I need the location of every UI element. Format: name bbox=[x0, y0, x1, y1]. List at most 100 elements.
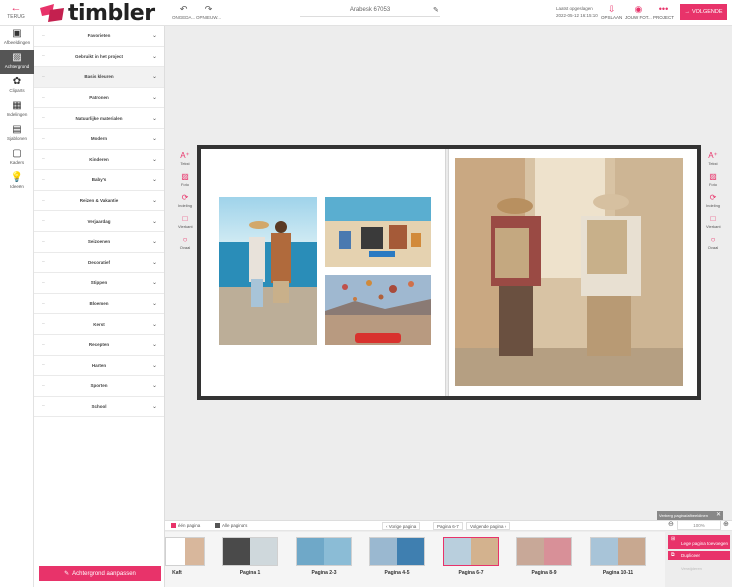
close-icon[interactable]: ✕ bbox=[716, 511, 721, 518]
thumb-page-2-3[interactable] bbox=[296, 537, 352, 566]
category-label: Modern bbox=[90, 136, 108, 142]
rail-item-cliparts[interactable]: ✿ Cliparts bbox=[0, 74, 34, 98]
category-row[interactable]: – Gebruikt in het project ⌄ bbox=[34, 47, 164, 68]
zoom-in-icon[interactable]: ⊕ bbox=[723, 520, 729, 528]
category-row[interactable]: – Reizen & Vakantie ⌄ bbox=[34, 191, 164, 212]
text-icon: A⁺ bbox=[180, 151, 190, 160]
category-row[interactable]: – Decoratief ⌄ bbox=[34, 253, 164, 274]
chevron-down-icon: ⌄ bbox=[151, 136, 157, 143]
thumb-page-10-11[interactable] bbox=[590, 537, 646, 566]
pencil-icon: ✎ bbox=[64, 571, 70, 577]
dash-icon: – bbox=[42, 94, 45, 101]
back-button[interactable]: ← TERUG bbox=[4, 2, 28, 20]
category-label: Kinderen bbox=[89, 156, 109, 162]
project-menu-button[interactable]: ••• PROJECT bbox=[653, 3, 674, 20]
save-button[interactable]: ⇩ OPSLAAN bbox=[601, 3, 622, 20]
thumb-page-8-9[interactable] bbox=[516, 537, 572, 566]
category-row[interactable]: – Kerst ⌄ bbox=[34, 314, 164, 335]
next-button[interactable]: → VOLGENDE bbox=[680, 4, 727, 20]
zoom-level[interactable]: 100% bbox=[677, 520, 721, 530]
add-text-tool[interactable]: A⁺ Tekst bbox=[178, 151, 192, 172]
chevron-down-icon: ⌄ bbox=[151, 53, 157, 60]
layout-cycle-icon: ⟳ bbox=[181, 193, 189, 202]
pencil-icon[interactable]: ✎ bbox=[433, 6, 439, 14]
image-icon: ▣ bbox=[12, 28, 22, 39]
one-page-view-button[interactable]: één pagina bbox=[171, 523, 200, 528]
thumb-cover[interactable] bbox=[165, 537, 205, 566]
page-navigation-bar: één pagina Alle pagina's ‹ Vorige pagina… bbox=[165, 520, 732, 531]
rail-item-layouts[interactable]: ▦ Indelingen bbox=[0, 98, 34, 122]
rail-item-background[interactable]: ▨ Achtergrond bbox=[0, 50, 34, 74]
rail-item-templates[interactable]: ▤ Sjablonen bbox=[0, 122, 34, 146]
thumb-page-6-7[interactable] bbox=[443, 537, 499, 566]
category-row[interactable]: – Stippen ⌄ bbox=[34, 273, 164, 294]
project-name-field[interactable]: Arabesk 67053 bbox=[300, 7, 440, 13]
frame-icon: ▢ bbox=[12, 148, 22, 159]
dash-icon: – bbox=[42, 259, 45, 266]
zoom-out-icon[interactable]: ⊖ bbox=[668, 520, 674, 528]
more-icon: ••• bbox=[658, 4, 669, 14]
photo-backpackers-street[interactable] bbox=[455, 158, 683, 386]
square-tool[interactable]: □ Vierkant bbox=[706, 214, 721, 235]
page-left[interactable] bbox=[201, 149, 445, 396]
logo: timbler bbox=[40, 1, 155, 26]
oval-tool[interactable]: ○ Ovaal bbox=[706, 235, 720, 256]
delete-page-button[interactable]: Verwijderen bbox=[668, 564, 730, 573]
chevron-down-icon: ⌄ bbox=[151, 403, 157, 410]
dash-icon: – bbox=[42, 403, 45, 410]
add-text-tool[interactable]: A⁺ Tekst bbox=[706, 151, 720, 172]
page-right[interactable] bbox=[449, 149, 697, 396]
preview-button[interactable]: ◉ JOUW FOT... bbox=[625, 3, 652, 20]
category-row[interactable]: – Harten ⌄ bbox=[34, 356, 164, 377]
duplicate-button[interactable]: ⧉ Dupliceer bbox=[668, 551, 730, 560]
photo-balloons-image bbox=[325, 275, 431, 345]
category-row[interactable]: – Patronen ⌄ bbox=[34, 88, 164, 109]
category-row[interactable]: – Modern ⌄ bbox=[34, 129, 164, 150]
category-row[interactable]: – Seizoenen ⌄ bbox=[34, 232, 164, 253]
thumb-page-4-5[interactable] bbox=[369, 537, 425, 566]
chevron-down-icon: ⌄ bbox=[151, 342, 157, 349]
all-pages-view-button[interactable]: Alle pagina's bbox=[215, 523, 247, 528]
tooltip: Verberg pagina/afbeeldinen bbox=[657, 511, 723, 520]
category-row[interactable]: – Verjaardag ⌄ bbox=[34, 211, 164, 232]
rail-item-frames[interactable]: ▢ Kaders bbox=[0, 146, 34, 170]
category-row[interactable]: – Recepten ⌄ bbox=[34, 335, 164, 356]
category-row[interactable]: – School ⌄ bbox=[34, 397, 164, 418]
add-photo-tool[interactable]: ▨ Foto bbox=[706, 172, 720, 193]
category-row[interactable]: – Natuurlijke materialen ⌄ bbox=[34, 108, 164, 129]
category-row[interactable]: – Basis kleuren ⌄ bbox=[34, 67, 164, 88]
logo-mark-icon bbox=[40, 4, 64, 22]
rail-item-images[interactable]: ▣ Afbeeldingen bbox=[0, 26, 34, 50]
photo-couple-beach[interactable] bbox=[219, 197, 317, 345]
dash-icon: – bbox=[42, 73, 45, 80]
add-photo-tool[interactable]: ▨ Foto bbox=[178, 172, 192, 193]
chevron-down-icon: ⌄ bbox=[151, 280, 157, 287]
category-row[interactable]: – Kinderen ⌄ bbox=[34, 150, 164, 171]
chevron-down-icon: ⌄ bbox=[151, 259, 157, 266]
undo-button[interactable]: ↶ ONGEDA... bbox=[172, 3, 195, 20]
category-row[interactable]: – Bloemen ⌄ bbox=[34, 294, 164, 315]
category-row[interactable]: – Sporten ⌄ bbox=[34, 376, 164, 397]
oval-tool[interactable]: ○ Ovaal bbox=[178, 235, 192, 256]
redo-button[interactable]: ↷ OPNIEUW... bbox=[196, 3, 221, 20]
book-spread[interactable] bbox=[197, 145, 701, 400]
category-row[interactable]: – Favorieten ⌄ bbox=[34, 26, 164, 47]
square-tool[interactable]: □ Vierkant bbox=[178, 214, 193, 235]
layout-tool[interactable]: ⟳ Indeling bbox=[178, 193, 192, 214]
thumb-page-1[interactable] bbox=[222, 537, 278, 566]
category-label: Reizen & Vakantie bbox=[79, 198, 119, 204]
category-label: Stippen bbox=[90, 280, 108, 286]
lightbulb-icon: 💡 bbox=[10, 172, 24, 183]
photo-balloons[interactable] bbox=[325, 275, 431, 345]
layout-tool[interactable]: ⟳ Indeling bbox=[706, 193, 720, 214]
template-icon: ▤ bbox=[12, 124, 22, 135]
photo-family-sand[interactable] bbox=[325, 197, 431, 267]
adjust-background-button[interactable]: ✎ Achtergrond aanpassen bbox=[39, 566, 161, 581]
prev-page-button[interactable]: ‹ Vorige pagina bbox=[382, 522, 421, 530]
thumb-label: Pagina 10-11 bbox=[602, 570, 634, 576]
add-page-button[interactable]: ⊞ Lege pagina toevoegen bbox=[668, 535, 730, 549]
single-page-icon bbox=[171, 523, 176, 528]
rail-item-ideas[interactable]: 💡 Ideeën bbox=[0, 170, 34, 194]
category-row[interactable]: – Baby's ⌄ bbox=[34, 170, 164, 191]
next-page-button[interactable]: Volgende pagina › bbox=[466, 522, 511, 530]
